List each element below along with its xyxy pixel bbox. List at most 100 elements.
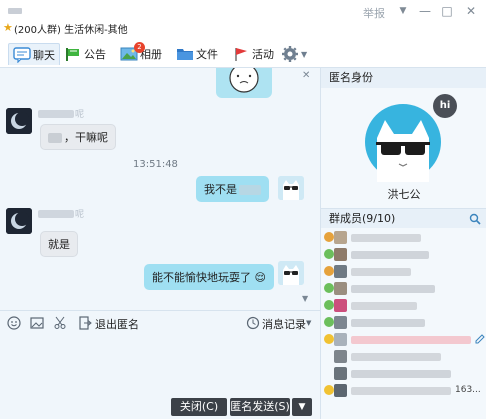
tab-chat-label: 聊天: [33, 48, 55, 62]
exit-anon-button[interactable]: 退出匿名: [95, 316, 139, 332]
member-name-blurred: [351, 336, 471, 344]
message-history-button[interactable]: 消息记录: [262, 316, 306, 332]
tab-activity[interactable]: 活动: [232, 43, 274, 65]
member-avatar: [334, 367, 347, 380]
member-row[interactable]: [321, 281, 486, 297]
admin-icon: [324, 317, 334, 327]
message-bubble-right: 我不是: [196, 176, 269, 202]
member-row[interactable]: [321, 298, 486, 314]
maximize-icon[interactable]: □: [436, 2, 458, 20]
admin-icon: [324, 300, 334, 310]
member-avatar: [334, 384, 347, 397]
member-name-blurred: [351, 268, 411, 276]
sender-name-blurred: [38, 210, 74, 218]
star-icon: ★: [3, 21, 13, 34]
members-count-label: 群成员(9/10): [329, 212, 396, 225]
members-header: 群成员(9/10): [321, 208, 486, 228]
anon-identity-header: 匿名身份: [321, 68, 486, 88]
input-toolbar: 退出匿名 消息记录 ▼: [0, 310, 320, 334]
hi-badge: hi: [433, 94, 457, 118]
member-row[interactable]: [321, 315, 486, 331]
tab-announcement[interactable]: 公告: [64, 43, 106, 65]
image-icon[interactable]: [30, 316, 44, 330]
member-avatar: [334, 316, 347, 329]
member-name-blurred: [351, 319, 425, 327]
member-row[interactable]: [321, 247, 486, 263]
relieved-emoji-icon: 😌: [254, 271, 266, 284]
search-icon[interactable]: [469, 213, 481, 225]
gear-icon: [282, 46, 298, 62]
folder-icon: [177, 49, 193, 60]
anon-cat-avatar: [365, 104, 441, 182]
message-text: 我不是: [204, 183, 237, 196]
anon-name: 洪七公: [387, 188, 421, 201]
group-chat-window: ★ (200人群) 生活休闲-其他 举报 ▼ — □ ✕ 聊天 公告 相册 2 …: [0, 0, 486, 419]
message-text: 能不能愉快地玩耍了: [152, 271, 251, 284]
chat-bubble-icon: [13, 46, 31, 63]
message-text: 就是: [48, 238, 70, 251]
member-name-blurred: [351, 370, 451, 378]
member-row[interactable]: [321, 332, 486, 348]
history-clock-icon[interactable]: [246, 316, 260, 330]
edit-icon[interactable]: [475, 334, 485, 344]
member-row[interactable]: [321, 230, 486, 246]
cat-sunglasses-icon: [278, 261, 304, 285]
send-options-dropdown[interactable]: ▼: [292, 398, 312, 416]
title-bar: ★ (200人群) 生活休闲-其他 举报 ▼ — □ ✕: [0, 0, 486, 40]
member-avatar: [334, 350, 347, 363]
member-row[interactable]: [321, 366, 486, 382]
my-avatar[interactable]: [278, 176, 304, 200]
sender-avatar[interactable]: [6, 108, 32, 134]
member-avatar: [334, 248, 347, 261]
sender-name-tail: 呢: [75, 110, 85, 120]
member-name-blurred: [351, 302, 417, 310]
message-input[interactable]: [0, 334, 320, 396]
group-toolbar: 聊天 公告 相册 2 文件 活动 ▼: [0, 40, 486, 68]
history-dropdown-icon[interactable]: ▼: [306, 319, 311, 327]
sender-avatar[interactable]: [6, 208, 32, 234]
exit-anon-icon[interactable]: [78, 316, 92, 330]
settings-dropdown-icon: ▼: [301, 49, 308, 59]
emoji-icon[interactable]: [7, 316, 21, 330]
minimize-icon[interactable]: —: [414, 2, 436, 20]
close-button[interactable]: 关闭(C): [171, 398, 227, 416]
side-panel: 匿名身份 hi 洪七公 群成员(9/10) 163...: [320, 68, 486, 419]
message-bubble-left: ，干嘛呢: [40, 124, 116, 150]
owner-icon: [324, 232, 334, 242]
settings-button[interactable]: ▼: [281, 43, 307, 65]
star-member-icon: [324, 385, 334, 395]
cat-sunglasses-icon: [278, 176, 304, 200]
scissors-icon[interactable]: [53, 316, 67, 330]
close-icon[interactable]: ✕: [460, 2, 482, 20]
member-avatar: [334, 333, 347, 346]
sender-name-blurred: [38, 110, 74, 118]
close-chat-icon[interactable]: ✕: [302, 70, 310, 81]
flag-icon: [235, 48, 247, 61]
dropdown-icon[interactable]: ▼: [392, 2, 414, 20]
member-name-blurred: [351, 353, 441, 361]
member-name-blurred: [351, 234, 421, 242]
sticker-message: [216, 68, 272, 98]
my-avatar[interactable]: [278, 261, 304, 285]
admin-icon: [324, 249, 334, 259]
tab-activity-label: 活动: [252, 48, 274, 61]
tab-chat[interactable]: 聊天: [8, 43, 60, 65]
album-badge: 2: [134, 42, 145, 53]
message-bubble-right: 能不能愉快地玩耍了 😌: [144, 264, 274, 290]
member-row[interactable]: [321, 264, 486, 280]
anon-send-button[interactable]: 匿名发送(S): [230, 398, 290, 416]
member-row[interactable]: 163...: [321, 383, 486, 399]
group-avatar-blurred: [8, 8, 22, 14]
report-link[interactable]: 举报: [363, 5, 385, 21]
megaphone-icon: [66, 48, 79, 61]
chat-message-area[interactable]: ✕ 呢 ，干嘛呢 13:51:48 我不是 呢 就是 能不能愉快地玩耍了 😌 ▼: [0, 68, 320, 310]
member-name-suffix: 163...: [455, 385, 481, 395]
tab-files[interactable]: 文件: [176, 43, 218, 65]
admin-icon: [324, 283, 334, 293]
member-row[interactable]: [321, 349, 486, 365]
blurred-text: [239, 185, 261, 195]
scroll-to-bottom-icon[interactable]: ▼: [302, 294, 308, 303]
member-name-blurred: [351, 251, 429, 259]
tab-files-label: 文件: [196, 48, 218, 61]
member-avatar: [334, 231, 347, 244]
